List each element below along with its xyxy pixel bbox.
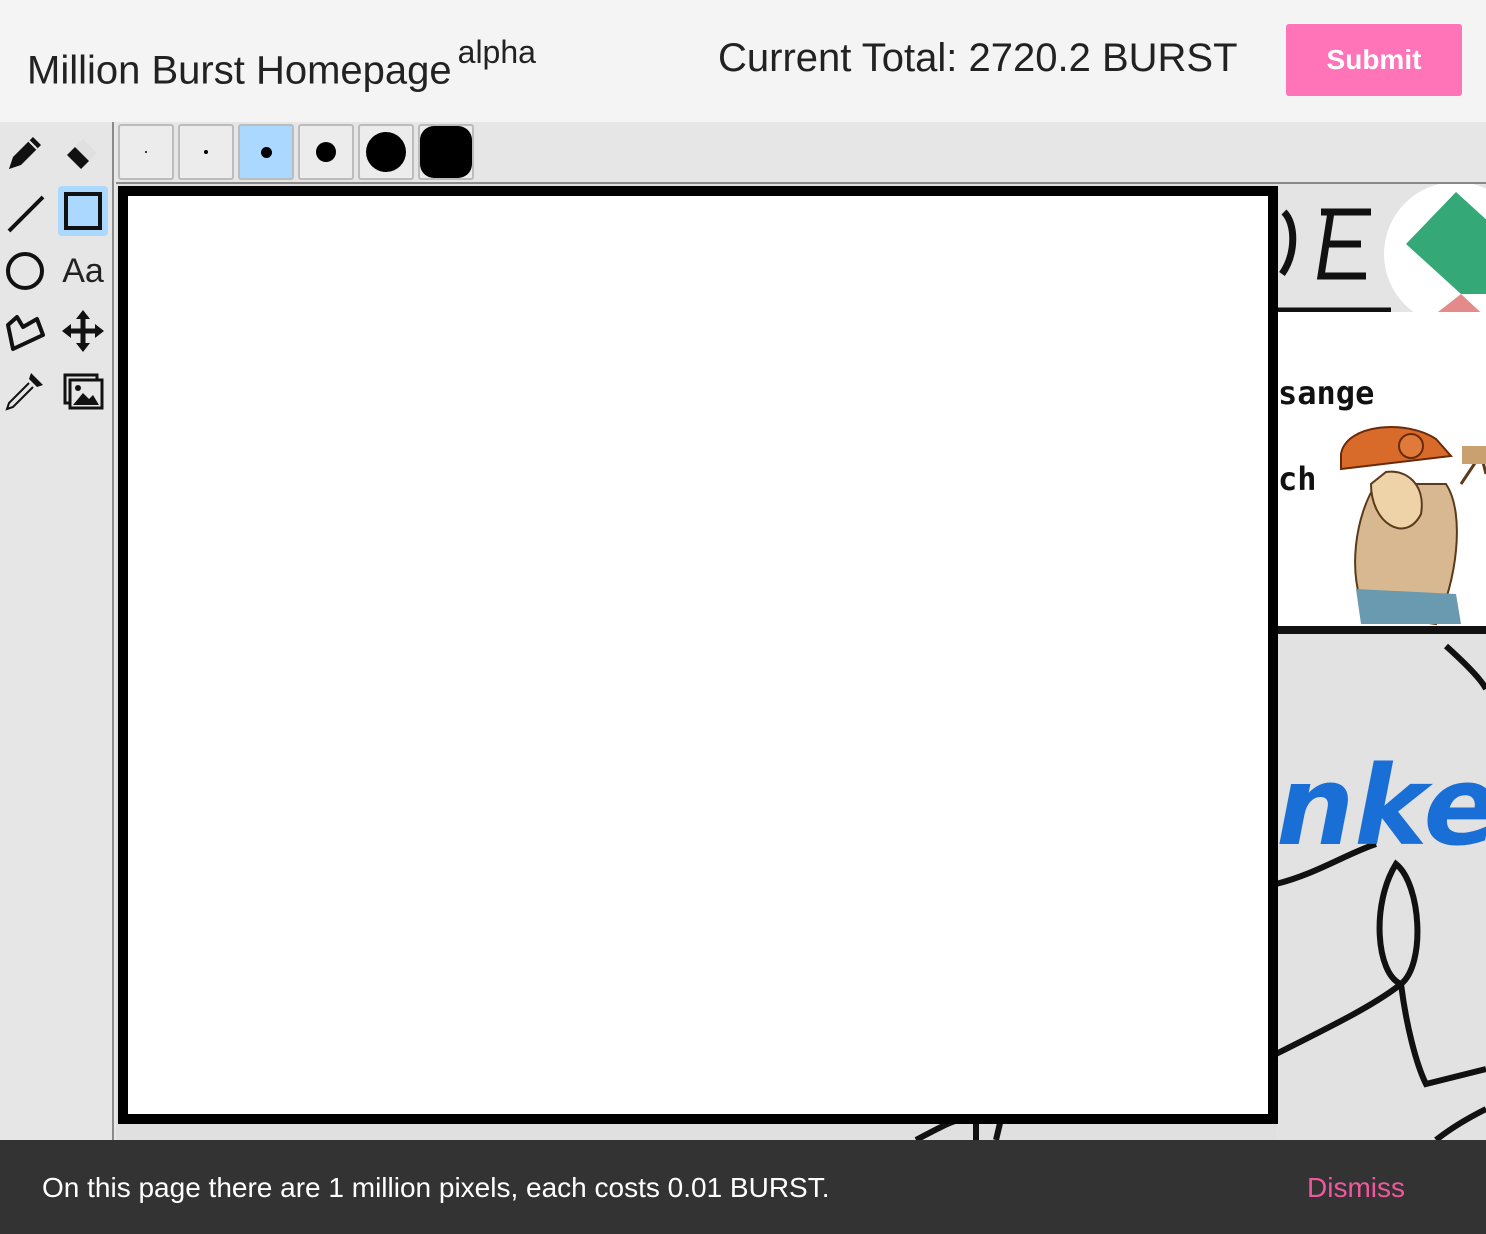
brush-size-1[interactable]: [118, 124, 174, 180]
brush-size-bar: [116, 122, 1486, 184]
pencil-icon: [9, 137, 41, 169]
line-icon: [7, 195, 45, 233]
eyedropper-icon: [5, 373, 43, 411]
dismiss-button[interactable]: Dismiss: [1307, 1172, 1405, 1204]
brush-size-2[interactable]: [178, 124, 234, 180]
pixel-canvas[interactable]: nkey sange ch: [116, 184, 1486, 1140]
page-title-text: Million Burst Homepage: [27, 48, 452, 93]
brush-size-4[interactable]: [298, 124, 354, 180]
rectangle-tool[interactable]: [58, 186, 108, 236]
brush-dot-icon: [420, 126, 472, 178]
page-title: Million Burst Homepage alpha: [27, 34, 536, 93]
pencil-tool[interactable]: [0, 128, 50, 178]
move-icon: [62, 310, 104, 352]
brush-dot-icon: [204, 150, 208, 154]
polygon-tool[interactable]: [0, 306, 50, 356]
current-total: Current Total: 2720.2 BURST: [718, 36, 1238, 80]
ellipse-tool[interactable]: [0, 246, 50, 296]
polygon-icon: [6, 315, 45, 351]
rectangle-icon: [64, 192, 102, 230]
text-icon: Aa: [62, 251, 104, 290]
tool-palette: Aa: [0, 122, 114, 1140]
eyedropper-tool[interactable]: [0, 366, 50, 416]
background-text: ch: [1278, 460, 1317, 498]
cookie-banner: On this page there are 1 million pixels,…: [0, 1140, 1486, 1234]
background-text: sange: [1278, 374, 1375, 412]
banner-message: On this page there are 1 million pixels,…: [42, 1172, 830, 1203]
image-icon: [63, 373, 104, 410]
brush-dot-icon: [316, 142, 336, 162]
selection-rectangle[interactable]: [118, 186, 1278, 1124]
brush-dot-icon: [366, 132, 406, 172]
circle-icon: [6, 252, 44, 290]
eraser-icon: [67, 139, 97, 169]
brush-size-5[interactable]: [358, 124, 414, 180]
submit-button[interactable]: Submit: [1286, 24, 1462, 96]
header-bar: Million Burst Homepage alpha Current Tota…: [0, 0, 1486, 122]
eraser-tool[interactable]: [58, 128, 108, 178]
brush-size-3[interactable]: [238, 124, 294, 180]
brush-dot-icon: [145, 151, 147, 153]
line-tool[interactable]: [0, 188, 50, 238]
text-tool[interactable]: Aa: [58, 246, 108, 296]
alpha-badge: alpha: [457, 34, 536, 70]
background-text: nkey: [1276, 742, 1486, 870]
brush-size-6[interactable]: [418, 124, 474, 180]
image-tool[interactable]: [58, 366, 108, 416]
brush-dot-icon: [260, 146, 272, 158]
move-tool[interactable]: [58, 306, 108, 356]
